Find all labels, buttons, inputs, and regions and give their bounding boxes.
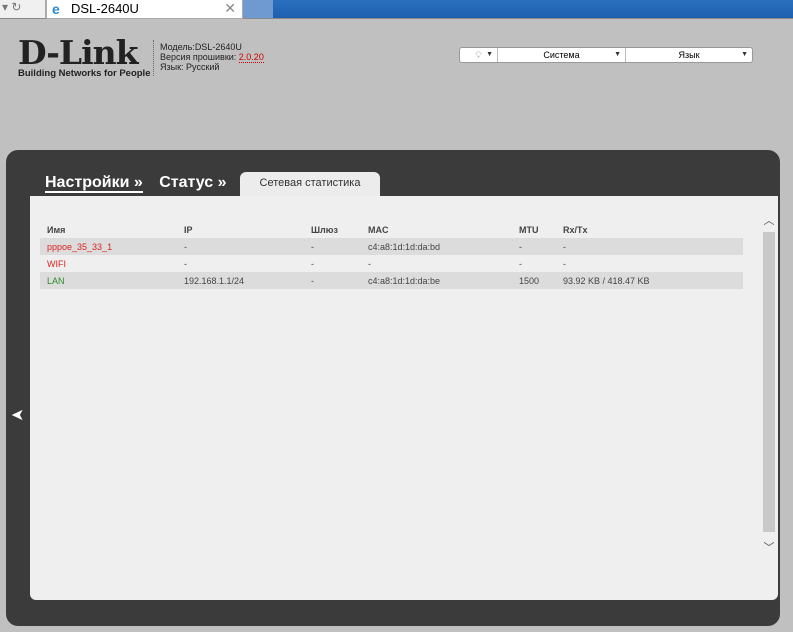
table-row[interactable]: LAN 192.168.1.1/24 - c4:a8:1d:1d:da:be 1…: [40, 272, 743, 289]
system-label: Система: [543, 50, 580, 60]
col-gateway: Шлюз: [311, 225, 338, 235]
breadcrumb-status[interactable]: Статус »: [159, 174, 226, 191]
cell-ip: 192.168.1.1/24: [177, 272, 304, 289]
browser-tab[interactable]: e DSL-2640U ✕: [46, 0, 243, 19]
divider: [153, 40, 154, 76]
cell-mac: c4:a8:1d:1d:da:be: [361, 272, 512, 289]
table-row[interactable]: WIFI - - - - -: [40, 255, 743, 272]
cell-mtu: 1500: [512, 272, 556, 289]
device-info: Модель:DSL-2640U Версия прошивки: 2.0.20…: [160, 42, 264, 72]
dlink-logo: D-Link Building Networks for People: [18, 33, 151, 79]
tab-network-statistics[interactable]: Сетевая статистика: [240, 172, 380, 197]
scrollbar-thumb[interactable]: [763, 232, 775, 532]
cell-gateway: -: [304, 238, 361, 255]
scrollbar[interactable]: ︿ ﹀: [763, 212, 775, 557]
cell-mac: -: [368, 258, 371, 269]
tab-title: DSL-2640U: [71, 1, 139, 16]
logo-tagline: Building Networks for People: [18, 68, 151, 79]
chevron-down-icon: ▼: [486, 51, 493, 58]
model-label: Модель:: [160, 42, 195, 52]
breadcrumb-settings[interactable]: Настройки »: [45, 174, 143, 193]
close-tab-icon[interactable]: ✕: [224, 0, 236, 17]
chevron-down-icon: ▼: [741, 51, 748, 58]
cell-mtu: -: [519, 258, 522, 269]
table-row[interactable]: pppoe_35_33_1 - - c4:a8:1d:1d:da:bd - -: [40, 238, 743, 255]
cell-name: LAN: [40, 272, 177, 289]
lightbulb-icon: 💡︎: [475, 50, 482, 60]
col-mtu: MTU: [519, 225, 539, 235]
new-tab-button[interactable]: [243, 0, 273, 18]
scroll-up-icon[interactable]: ︿: [763, 212, 775, 230]
network-stats-table: Имя IP Шлюз MAC MTU Rx/Tx pppoe_35_33_1 …: [40, 222, 743, 289]
scroll-down-icon[interactable]: ﹀: [763, 539, 775, 557]
system-menu[interactable]: Система ▼: [498, 48, 626, 62]
firmware-version-link[interactable]: 2.0.20: [238, 52, 264, 63]
cell-name: WIFI: [47, 258, 66, 269]
language-menu[interactable]: Язык ▼: [626, 48, 752, 62]
language-label: Язык:: [160, 62, 187, 72]
cell-rxtx: 93.92 KB / 418.47 KB: [556, 272, 743, 289]
table-header: Имя IP Шлюз MAC MTU Rx/Tx: [40, 222, 743, 238]
cell-ip: -: [184, 258, 187, 269]
cell-gateway: -: [311, 258, 314, 269]
cell-mtu: -: [512, 238, 556, 255]
browser-tab-bar: ▾ ↻ e DSL-2640U ✕: [0, 0, 793, 19]
cell-mac: c4:a8:1d:1d:da:bd: [361, 238, 512, 255]
back-arrow-icon[interactable]: ➤︎: [11, 405, 24, 425]
ie-icon: e: [52, 1, 60, 17]
firmware-label: Версия прошивки:: [160, 52, 239, 62]
chevron-down-icon: ▼: [614, 51, 621, 58]
col-mac: MAC: [368, 225, 389, 235]
cell-name: pppoe_35_33_1: [40, 238, 177, 255]
cell-ip: -: [177, 238, 304, 255]
browser-nav-buttons[interactable]: ▾ ↻: [0, 0, 46, 18]
col-name: Имя: [47, 225, 66, 235]
cell-gateway: -: [304, 272, 361, 289]
breadcrumb: Настройки » Статус »: [45, 174, 238, 193]
model-value: DSL-2640U: [194, 42, 242, 52]
col-ip: IP: [184, 225, 193, 235]
logo-text: D-Link: [18, 33, 139, 72]
language-menu-label: Язык: [678, 50, 700, 60]
col-rxtx: Rx/Tx: [563, 225, 588, 235]
top-menu: 💡︎ ▼ Система ▼ Язык ▼: [459, 47, 753, 63]
hints-menu[interactable]: 💡︎ ▼: [460, 48, 498, 62]
language-value: Русский: [186, 62, 220, 72]
cell-rxtx: -: [563, 258, 566, 269]
cell-rxtx: -: [556, 238, 743, 255]
